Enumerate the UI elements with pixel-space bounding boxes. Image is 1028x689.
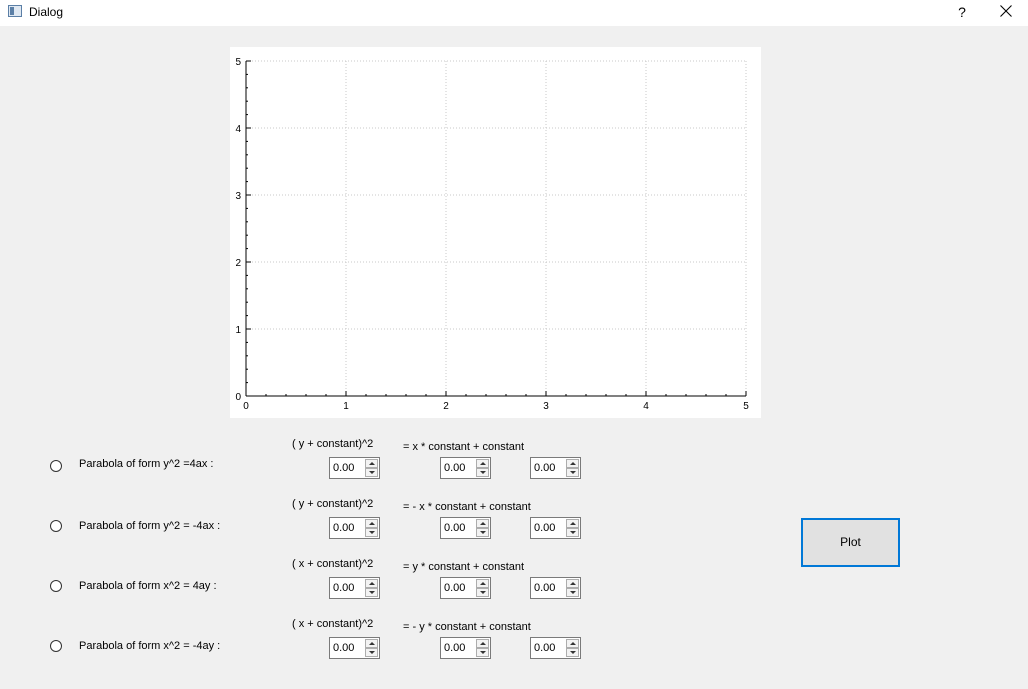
y-tick-label: 3 xyxy=(235,191,241,202)
spinbox-3-c[interactable]: 0.00 xyxy=(530,577,581,599)
rhs-label-2: = - x * constant + constant xyxy=(403,501,531,513)
spin-down-icon[interactable] xyxy=(476,648,489,657)
x-tick-label: 2 xyxy=(443,401,449,412)
spinbox-value: 0.00 xyxy=(444,582,466,594)
radio-option-2[interactable] xyxy=(50,520,62,532)
x-tick-label: 1 xyxy=(343,401,349,412)
spin-up-icon[interactable] xyxy=(566,459,579,468)
radio-option-3[interactable] xyxy=(50,580,62,592)
title-bar: Dialog ? xyxy=(0,0,1028,26)
spinbox-value: 0.00 xyxy=(534,582,556,594)
spinbox-value: 0.00 xyxy=(333,522,355,534)
x-tick-label: 4 xyxy=(643,401,649,412)
spin-up-icon[interactable] xyxy=(365,519,378,528)
rhs-label-3: = y * constant + constant xyxy=(403,561,525,573)
spinbox-3-a[interactable]: 0.00 xyxy=(329,577,380,599)
lhs-label-3: ( x + constant)^2 xyxy=(292,558,374,570)
spin-down-icon[interactable] xyxy=(476,588,489,597)
spin-up-icon[interactable] xyxy=(476,519,489,528)
spinbox-value: 0.00 xyxy=(444,642,466,654)
option-label-2: Parabola of form y^2 = -4ax : xyxy=(79,520,221,532)
spinbox-value: 0.00 xyxy=(333,642,355,654)
spin-up-icon[interactable] xyxy=(476,579,489,588)
chart: 0 1 2 3 4 5 0 1 2 3 4 5 xyxy=(235,57,749,412)
spinbox-value: 0.00 xyxy=(333,582,355,594)
spin-down-icon[interactable] xyxy=(566,528,579,537)
plot-button[interactable]: Plot xyxy=(801,518,900,567)
x-tick-label: 0 xyxy=(243,401,249,412)
spinbox-value: 0.00 xyxy=(444,522,466,534)
spin-up-icon[interactable] xyxy=(365,639,378,648)
spinbox-value: 0.00 xyxy=(534,642,556,654)
spinbox-1-a[interactable]: 0.00 xyxy=(329,457,380,479)
spinbox-value: 0.00 xyxy=(534,522,556,534)
close-icon xyxy=(1000,5,1012,17)
y-tick-label: 4 xyxy=(235,124,241,135)
y-tick-label: 2 xyxy=(235,258,241,269)
spin-down-icon[interactable] xyxy=(365,528,378,537)
window-title: Dialog xyxy=(29,5,64,19)
option-label-1: Parabola of form y^2 =4ax : xyxy=(79,458,214,470)
radio-option-4[interactable] xyxy=(50,640,62,652)
spinbox-4-b[interactable]: 0.00 xyxy=(440,637,491,659)
spin-up-icon[interactable] xyxy=(476,639,489,648)
lhs-label-1: ( y + constant)^2 xyxy=(292,438,374,450)
spin-down-icon[interactable] xyxy=(566,588,579,597)
close-button[interactable] xyxy=(994,2,1018,22)
spin-down-icon[interactable] xyxy=(365,648,378,657)
help-button[interactable]: ? xyxy=(951,2,973,22)
spinbox-1-c[interactable]: 0.00 xyxy=(530,457,581,479)
spin-up-icon[interactable] xyxy=(365,459,378,468)
spin-up-icon[interactable] xyxy=(566,519,579,528)
y-tick-label: 1 xyxy=(235,325,241,336)
spinbox-4-a[interactable]: 0.00 xyxy=(329,637,380,659)
spin-down-icon[interactable] xyxy=(365,468,378,477)
rhs-label-1: = x * constant + constant xyxy=(403,441,525,453)
spin-up-icon[interactable] xyxy=(566,579,579,588)
spin-up-icon[interactable] xyxy=(365,579,378,588)
y-tick-label: 5 xyxy=(235,57,241,68)
spinbox-2-a[interactable]: 0.00 xyxy=(329,517,380,539)
option-label-4: Parabola of form x^2 = -4ay : xyxy=(79,640,221,652)
x-tick-label: 3 xyxy=(543,401,549,412)
lhs-label-2: ( y + constant)^2 xyxy=(292,498,374,510)
y-tick-label: 0 xyxy=(235,392,241,403)
x-tick-label: 5 xyxy=(743,401,749,412)
spinbox-value: 0.00 xyxy=(534,462,556,474)
spin-up-icon[interactable] xyxy=(566,639,579,648)
spinbox-1-b[interactable]: 0.00 xyxy=(440,457,491,479)
spinbox-3-b[interactable]: 0.00 xyxy=(440,577,491,599)
lhs-label-4: ( x + constant)^2 xyxy=(292,618,374,630)
spinbox-2-b[interactable]: 0.00 xyxy=(440,517,491,539)
spinbox-4-c[interactable]: 0.00 xyxy=(530,637,581,659)
spin-down-icon[interactable] xyxy=(476,468,489,477)
rhs-label-4: = - y * constant + constant xyxy=(403,621,531,633)
spin-down-icon[interactable] xyxy=(365,588,378,597)
spin-down-icon[interactable] xyxy=(476,528,489,537)
spin-down-icon[interactable] xyxy=(566,468,579,477)
spinbox-2-c[interactable]: 0.00 xyxy=(530,517,581,539)
plot-area: 0 1 2 3 4 5 0 1 2 3 4 5 xyxy=(230,47,761,418)
app-icon xyxy=(8,5,22,17)
spinbox-value: 0.00 xyxy=(333,462,355,474)
spinbox-value: 0.00 xyxy=(444,462,466,474)
option-label-3: Parabola of form x^2 = 4ay : xyxy=(79,580,217,592)
radio-option-1[interactable] xyxy=(50,460,62,472)
spin-down-icon[interactable] xyxy=(566,648,579,657)
spin-up-icon[interactable] xyxy=(476,459,489,468)
